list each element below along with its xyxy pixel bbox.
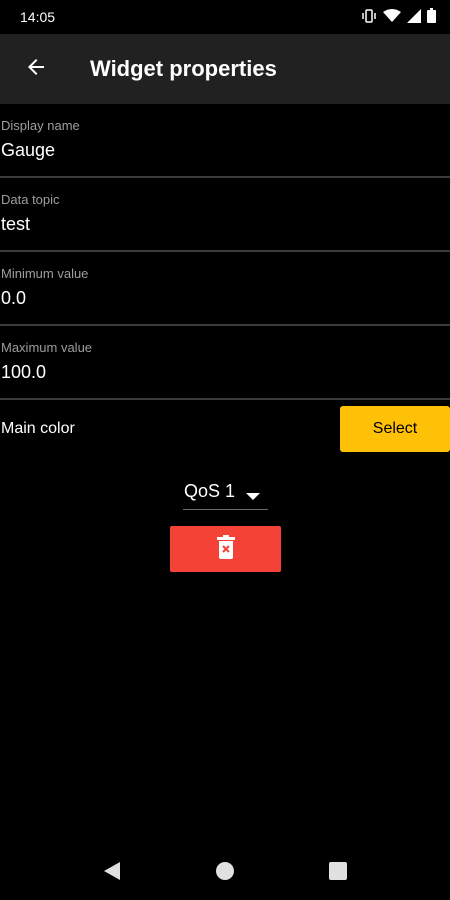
nav-recents-button[interactable] — [323, 858, 353, 888]
app-bar: Widget properties — [0, 34, 450, 104]
arrow-back-icon — [24, 55, 48, 84]
page-title: Widget properties — [90, 56, 277, 81]
back-triangle-icon — [102, 861, 122, 886]
home-circle-icon — [215, 861, 235, 886]
display-name-field[interactable]: Display name Gauge — [0, 104, 450, 178]
maximum-value-label: Maximum value — [1, 340, 93, 355]
main-color-row: Main color Select — [0, 406, 450, 452]
status-bar: 14:05 — [0, 0, 450, 34]
data-topic-label: Data topic — [1, 192, 60, 207]
wifi-icon — [383, 8, 401, 28]
main-color-label: Main color — [1, 420, 75, 437]
qos-selected-value: QoS 1 — [184, 481, 236, 501]
status-icons — [361, 8, 436, 28]
display-name-input[interactable]: Gauge — [1, 140, 55, 161]
delete-icon — [216, 534, 236, 564]
back-button[interactable] — [14, 47, 58, 91]
minimum-value-field[interactable]: Minimum value 0.0 — [0, 252, 450, 326]
display-name-label: Display name — [1, 118, 80, 133]
data-topic-field[interactable]: Data topic test — [0, 178, 450, 252]
minimum-value-label: Minimum value — [1, 266, 89, 281]
data-topic-input[interactable]: test — [1, 214, 30, 235]
maximum-value-input[interactable]: 100.0 — [1, 362, 46, 383]
delete-button[interactable] — [170, 526, 281, 572]
chevron-down-icon — [246, 488, 260, 506]
minimum-value-input[interactable]: 0.0 — [1, 288, 26, 309]
qos-dropdown[interactable]: QoS 1 — [183, 474, 268, 510]
nav-back-button[interactable] — [97, 858, 127, 888]
recents-square-icon — [328, 861, 348, 886]
vibrate-icon — [361, 8, 377, 28]
system-nav-bar — [0, 846, 450, 900]
status-time: 14:05 — [20, 9, 56, 25]
signal-icon — [407, 8, 421, 28]
maximum-value-field[interactable]: Maximum value 100.0 — [0, 326, 450, 400]
battery-icon — [427, 8, 436, 28]
nav-home-button[interactable] — [210, 858, 240, 888]
select-color-button[interactable]: Select — [340, 406, 450, 452]
